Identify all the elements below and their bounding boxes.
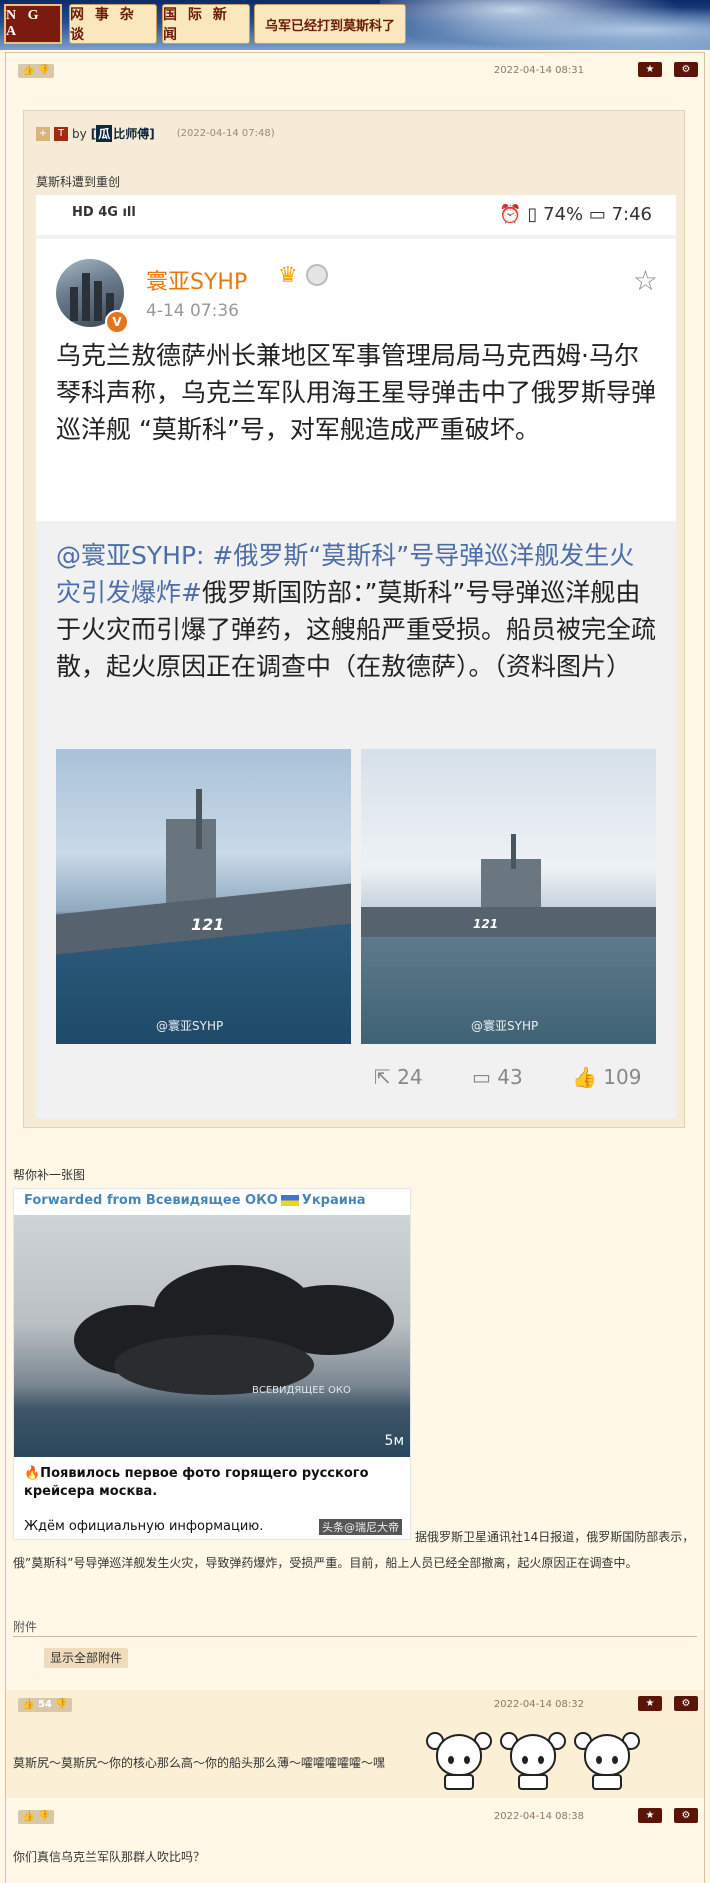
burning-ship-photo: ВСЕВИДЯЩЕЕ ОКО 5м (14, 1215, 410, 1457)
like-dislike-buttons[interactable]: 👍 54 👎 (18, 1698, 72, 1712)
share-count: ⇱ 24 (374, 1065, 423, 1089)
weibo-username: 寰亚SYHP (146, 270, 248, 295)
like-count: 👍 109 (572, 1065, 642, 1089)
quote-author[interactable]: [瓜比师傅] (91, 125, 155, 142)
attachments-label: 附件 (13, 1620, 38, 1634)
media-duration: 5м (384, 1433, 404, 1449)
cruiser-photo-1: 121 @寰亚SYHP (56, 749, 351, 1044)
chibi-sticker (424, 1730, 494, 1792)
star-button[interactable]: ★ (638, 1808, 662, 1823)
post-caption: 帮你补一张图 (13, 1168, 86, 1182)
post-body-text: 据俄罗斯卫星通讯社14日报道，俄罗斯国防部表示，俄”莫斯科”号导弹巡洋舰发生火灾… (13, 1530, 695, 1570)
quote-time: (2022-04-14 07:48) (176, 128, 275, 139)
like-dislike-buttons[interactable]: 👍 👎 (18, 64, 55, 78)
post-time: 2022-04-14 08:31 (493, 65, 584, 76)
post-time: 2022-04-14 08:32 (493, 1699, 584, 1710)
chibi-sticker (498, 1730, 568, 1792)
top-bar: N G A 网 事 杂 谈 国 际 新 闻 乌军已经打到莫斯科了 (0, 0, 710, 50)
settings-button[interactable]: ⚙ (674, 1696, 698, 1711)
reply-post-3: 👍 👎 2022-04-14 08:38 ★ ⚙ 你们真信乌克兰军队那群人吹比吗… (6, 1802, 704, 1883)
quote-header: + T by [瓜比师傅] (2022-04-14 07:48) (36, 125, 275, 142)
status-right: ⏰ ▯ 74% ▭ 7:46 (499, 204, 652, 225)
cruiser-photo-2: 121 @寰亚SYHP (361, 749, 656, 1044)
settings-button[interactable]: ⚙ (674, 1808, 698, 1823)
header-sky-decoration (380, 0, 710, 50)
phone-status-bar: HD 4G ıll ⏰ ▯ 74% ▭ 7:46 (36, 195, 676, 235)
breadcrumb-thread[interactable]: 乌军已经打到莫斯科了 (254, 4, 406, 44)
weibo-card: V 寰亚SYHP ♛ 4-14 07:36 ☆ 乌克兰敖德萨州长兼地区军事管理局… (36, 239, 676, 521)
ukraine-flag-icon (280, 1195, 299, 1206)
breadcrumb-forum[interactable]: 网 事 杂 谈 (69, 4, 157, 44)
t-button[interactable]: T (54, 126, 68, 141)
quote-block: + T by [瓜比师傅] (2022-04-14 07:48) 莫斯科遭到重创… (23, 110, 685, 1128)
repost-text: @寰亚SYHP: #俄罗斯“莫斯科”号导弹巡洋舰发生火灾引发爆炸#俄罗斯国防部：… (56, 541, 657, 681)
chibi-sticker (572, 1730, 642, 1792)
medal-icon (306, 264, 328, 286)
forwarded-label: Forwarded from Всевидящее ОКО Украина (24, 1193, 366, 1208)
breadcrumb-board[interactable]: 国 际 新 闻 (162, 4, 250, 44)
divider (13, 1636, 697, 1637)
telegram-text: 🔥Появилось первое фото горящего русского… (24, 1466, 369, 1499)
star-button[interactable]: ★ (638, 1696, 662, 1711)
weibo-time: 4-14 07:36 (146, 301, 239, 321)
reply-text: 莫斯尻～莫斯尻～你的核心那么高～你的船头那么薄～嚯嚯嚯嚯嚯～嘿 (13, 1756, 386, 1770)
oko-logo: ВСЕВИДЯЩЕЕ ОКО (252, 1385, 351, 1396)
reply-post-2: 👍 54 👎 2022-04-14 08:32 ★ ⚙ 莫斯尻～莫斯尻～你的核心… (6, 1690, 704, 1798)
telegram-screenshot: Forwarded from Всевидящее ОКО Украина ВСЕ… (13, 1188, 411, 1540)
post-time: 2022-04-14 08:38 (493, 1811, 584, 1822)
verified-badge-icon: V (105, 310, 129, 334)
nga-logo[interactable]: N G A (4, 4, 62, 44)
like-dislike-buttons[interactable]: 👍 👎 (18, 1810, 55, 1824)
reply-text: 你们真信乌克兰军队那群人吹比吗？ (13, 1850, 206, 1864)
by-label: by (72, 126, 87, 141)
comment-count: ▭ 43 (472, 1065, 523, 1089)
favorite-star-icon: ☆ (632, 264, 658, 297)
show-all-attachments-button[interactable]: 显示全部附件 (44, 1648, 129, 1668)
weibo-repost: @寰亚SYHP: #俄罗斯“莫斯科”号导弹巡洋舰发生火灾引发爆炸#俄罗斯国防部：… (36, 525, 676, 1119)
post1-meta: 👍 👎 2022-04-14 08:31 ★ ⚙ (6, 56, 704, 86)
weibo-body: 乌克兰敖德萨州长兼地区军事管理局局马克西姆·马尔琴科声称，乌克兰军队用海王星导弹… (56, 341, 657, 444)
sticker-images (424, 1730, 642, 1792)
settings-button[interactable]: ⚙ (674, 62, 698, 77)
star-button[interactable]: ★ (638, 62, 662, 77)
crown-icon: ♛ (278, 263, 298, 288)
expand-button[interactable]: + (36, 126, 50, 141)
quote-title: 莫斯科遭到重创 (36, 175, 121, 189)
weibo-screenshot: HD 4G ıll ⏰ ▯ 74% ▭ 7:46 V 寰亚SYHP ♛ 4-14… (36, 195, 676, 1119)
signal-icons: HD 4G ıll (72, 205, 136, 220)
